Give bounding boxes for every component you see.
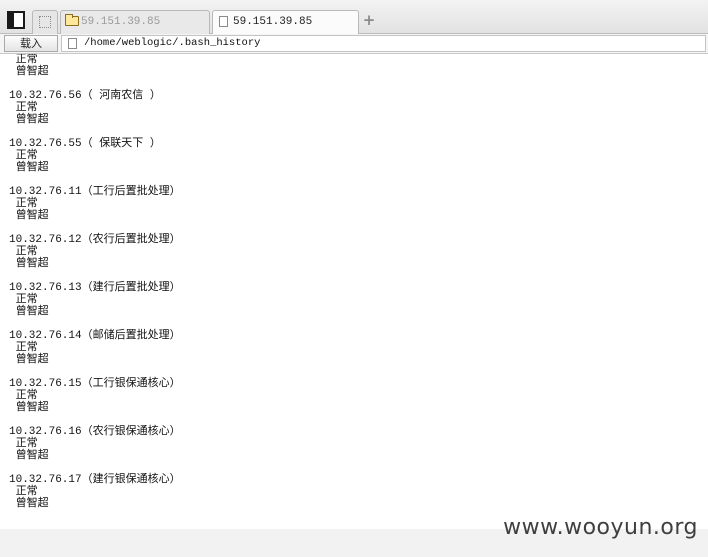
- content-line: 曾智超: [9, 258, 49, 270]
- content-line: 曾智超: [9, 402, 49, 414]
- content-line: 10.32.76.55（ 保联天下 ）: [9, 138, 161, 150]
- content-line: 曾智超: [9, 450, 49, 462]
- content-line: [9, 318, 708, 330]
- content-line: 曾智超: [9, 162, 49, 174]
- content-line: 正常: [9, 246, 38, 258]
- content-line: 10.32.76.17（建行银保通核心）: [9, 474, 181, 486]
- content-line: 曾智超: [9, 306, 49, 318]
- content-line: 曾智超: [9, 210, 49, 222]
- content-line: [9, 126, 708, 138]
- tab-label: 59.151.39.85: [233, 16, 313, 28]
- content-line: [9, 270, 708, 282]
- address-bar: 载入: [0, 34, 708, 54]
- content-line: 正常: [9, 150, 38, 162]
- content-line: 正常: [9, 54, 38, 66]
- blank-page-icon: [39, 16, 51, 28]
- content-line: 正常: [9, 198, 38, 210]
- content-line: 曾智超: [9, 66, 49, 78]
- tab-label: 59.151.39.85: [81, 16, 161, 28]
- content-line: [9, 222, 708, 234]
- content-line: [9, 366, 708, 378]
- tab-remote-file[interactable]: 59.151.39.85: [212, 10, 359, 35]
- address-field[interactable]: [61, 35, 706, 52]
- new-tab-plus-icon[interactable]: +: [362, 11, 376, 29]
- content-line: 10.32.76.14（邮储后置批处理）: [9, 330, 181, 342]
- folder-icon: [65, 14, 79, 26]
- file-icon: [68, 38, 77, 49]
- file-content-view[interactable]: 正常 曾智超 10.32.76.56（ 河南农信 ） 正常 曾智超 10.32.76…: [0, 54, 708, 529]
- content-line: 正常: [9, 102, 38, 114]
- content-line: [9, 174, 708, 186]
- content-line: 正常: [9, 438, 38, 450]
- content-line: 10.32.76.13（建行后置批处理）: [9, 282, 181, 294]
- content-line: 曾智超: [9, 114, 49, 126]
- sidebar-toggle-icon[interactable]: [7, 11, 25, 29]
- content-line: 10.32.76.56（ 河南农信 ）: [9, 90, 161, 102]
- content-line: [9, 414, 708, 426]
- content-line: 10.32.76.16（农行银保通核心）: [9, 426, 181, 438]
- content-line: [9, 462, 708, 474]
- content-line: 正常: [9, 294, 38, 306]
- content-line: 正常: [9, 342, 38, 354]
- tab-blank[interactable]: [32, 10, 58, 34]
- content-line: 正常: [9, 390, 38, 402]
- content-line: 10.32.76.15（工行银保通核心）: [9, 378, 181, 390]
- load-button[interactable]: 载入: [4, 35, 58, 52]
- tab-bar: 59.151.39.85 59.151.39.85 +: [0, 0, 708, 35]
- file-icon: [219, 16, 228, 27]
- content-line: 曾智超: [9, 498, 49, 510]
- content-line: 正常: [9, 486, 38, 498]
- content-line: [9, 78, 708, 90]
- tab-remote-folder[interactable]: 59.151.39.85: [60, 10, 210, 34]
- path-input[interactable]: [84, 36, 684, 51]
- content-line: 10.32.76.11（工行后置批处理）: [9, 186, 181, 198]
- content-line: 10.32.76.12（农行后置批处理）: [9, 234, 181, 246]
- file-text: 正常 曾智超 10.32.76.56（ 河南农信 ） 正常 曾智超 10.32.76…: [0, 54, 708, 510]
- content-line: 曾智超: [9, 354, 49, 366]
- watermark-text: www.wooyun.org: [503, 515, 698, 540]
